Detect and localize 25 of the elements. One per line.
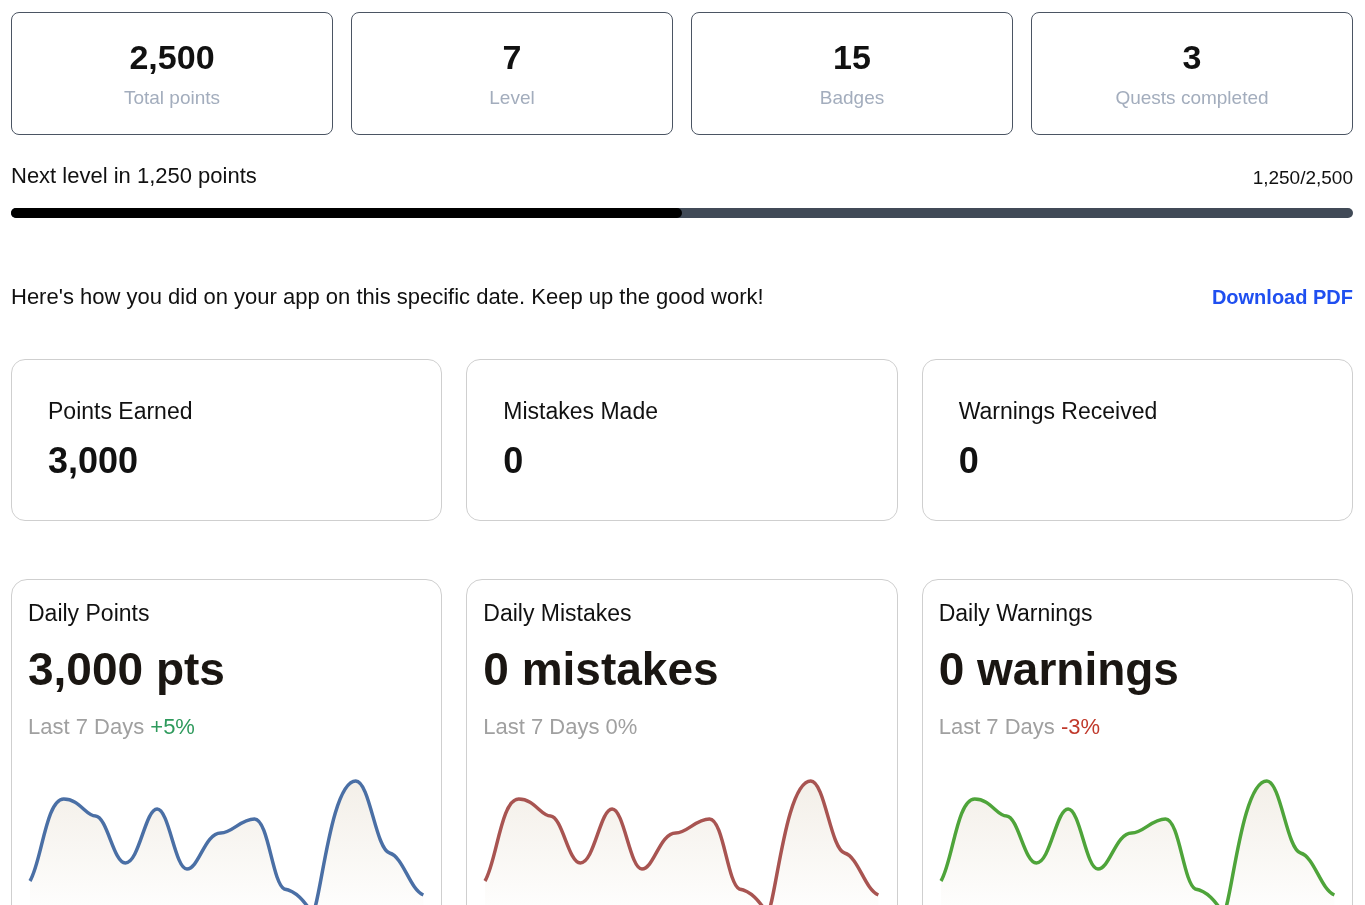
chart-title: Daily Mistakes [483,600,633,628]
summary-message: Here's how you did on your app on this specific date. Keep up the good work! [11,283,764,311]
stat-value: 15 [833,40,871,74]
summary-value: 0 [503,443,525,479]
stat-label: Total points [123,88,221,107]
stat-value: 3 [1182,40,1202,74]
summary-label: Points Earned [48,400,194,423]
progress-label: Next level in 1,250 points [11,162,257,190]
stat-label: Badges [819,88,885,107]
stat-label: Quests completed [1115,88,1269,107]
summary-label: Mistakes Made [503,400,659,423]
stat-label: Level [489,88,535,107]
chart-title: Daily Warnings [938,600,1094,628]
stat-value: 2,500 [129,40,215,74]
stat-value: 7 [502,40,522,74]
download-pdf-link[interactable]: Download PDF [1211,281,1353,312]
chart-value: 0 mistakes [483,645,720,692]
trend-text: Last 7 Days +5% [28,712,196,741]
summary-value: 3,000 [48,443,140,479]
trend-text: Last 7 Days -3% [938,712,1102,741]
summary-value: 0 [958,443,980,479]
trend-text: Last 7 Days 0% [483,712,639,741]
progress-reading: 1,250/2,500 [1252,165,1353,190]
chart-title: Daily Points [28,600,151,628]
summary-label: Warnings Received [958,400,1159,423]
